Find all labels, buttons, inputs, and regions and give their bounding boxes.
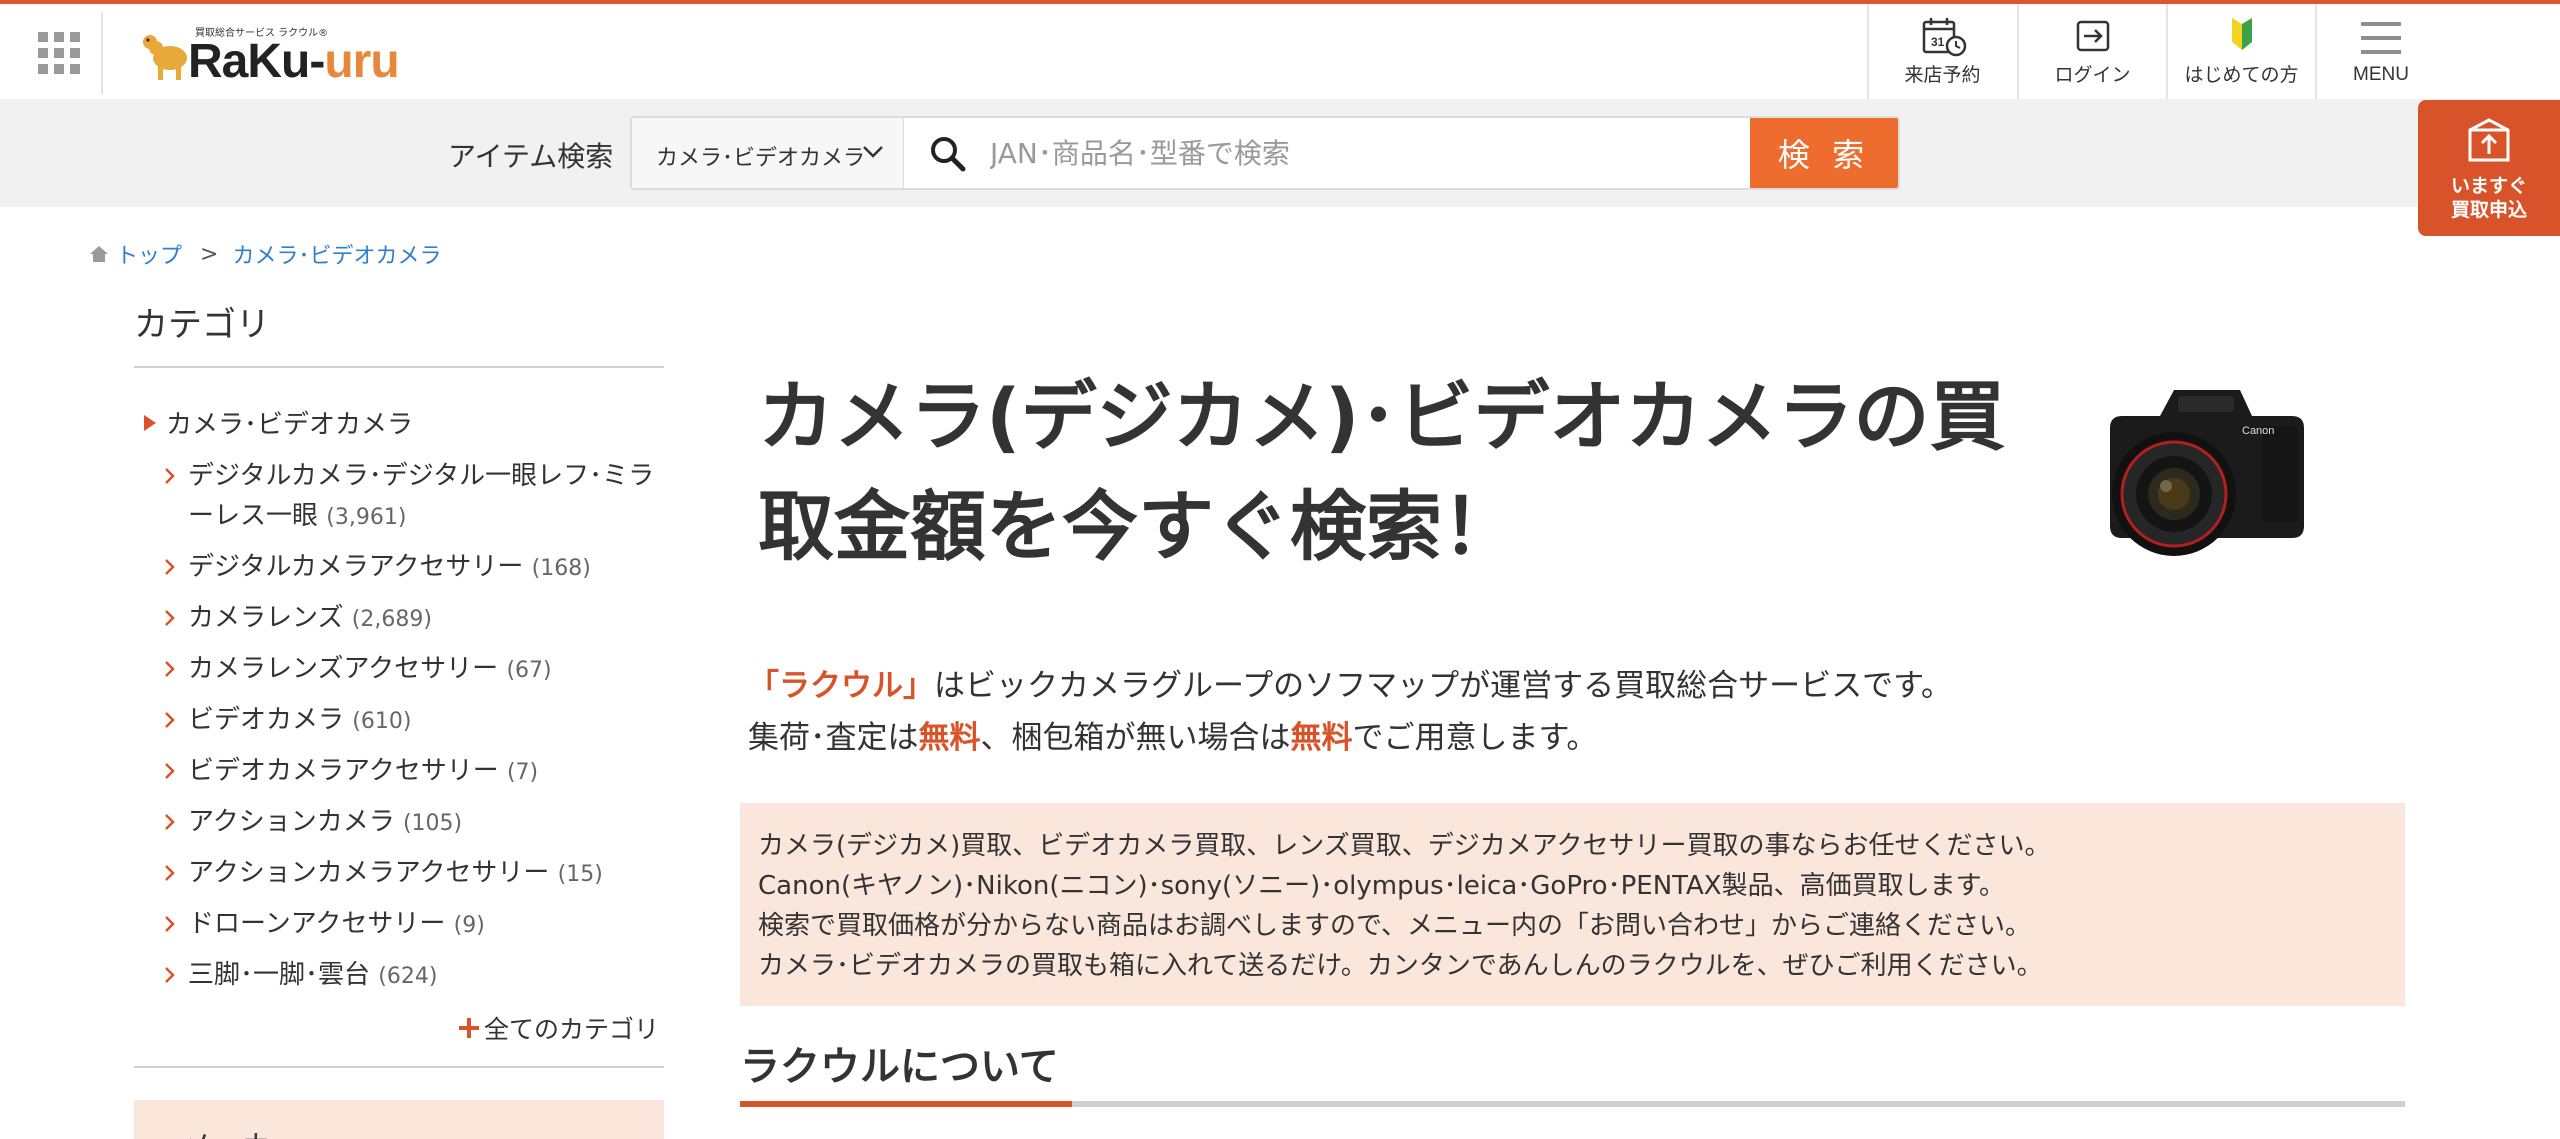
chevron-right-icon <box>165 763 175 779</box>
category-sidebar: カテゴリ カメラ･ビデオカメラ デジタルカメラ･デジタル一眼レフ･ミラーレス一眼… <box>134 300 664 1139</box>
breadcrumb: トップ > カメラ･ビデオカメラ <box>88 238 441 270</box>
sidebar-category-list: デジタルカメラ･デジタル一眼レフ･ミラーレス一眼 (3,961) デジタルカメラ… <box>164 456 664 1006</box>
breadcrumb-home-link[interactable]: トップ <box>116 238 182 270</box>
about-underline-accent <box>740 1101 1072 1107</box>
svg-text:31: 31 <box>1931 35 1945 49</box>
apps-grid-icon[interactable] <box>38 32 80 74</box>
nav-login[interactable]: ログイン <box>2017 4 2166 99</box>
nav-label: 来店予約 <box>1904 64 1981 86</box>
sidebar-divider <box>134 1066 664 1068</box>
triangle-right-icon <box>144 415 156 431</box>
info-notice-box: カメラ(デジカメ)買取、ビデオカメラ買取、レンズ買取、デジカメアクセサリー買取の… <box>740 803 2405 1006</box>
category-select-value: カメラ･ビデオカメラ <box>656 146 866 171</box>
dslr-camera-image: Canon <box>2110 390 2304 556</box>
beginner-leaf-icon <box>2231 18 2252 50</box>
about-section-title: ラクウルについて <box>740 1044 1059 1090</box>
about-section-underline <box>740 1101 2405 1107</box>
search-band: アイテム検索 カメラ･ビデオカメラ 検 索 <box>0 99 2560 207</box>
logo-wordmark: RaKu-uru <box>188 35 400 88</box>
sidebar-item-action-camera-accessory[interactable]: アクションカメラアクセサリー (15) <box>164 853 664 895</box>
search-input[interactable] <box>990 128 1750 178</box>
free-highlight: 無料 <box>1290 720 1353 756</box>
sidebar-item-digital-camera-accessory[interactable]: デジタルカメラアクセサリー (168) <box>164 547 664 589</box>
site-logo[interactable]: 買取総合サービス ラクウル® RaKu-uru <box>140 18 400 88</box>
header-divider <box>101 12 103 94</box>
sidebar-item-digital-camera[interactable]: デジタルカメラ･デジタル一眼レフ･ミラーレス一眼 (3,961) <box>164 456 664 538</box>
site-header: 買取総合サービス ラクウル® RaKu-uru 31 来店予約 ログイン はじめ… <box>0 4 2560 99</box>
chevron-down-icon <box>863 146 883 158</box>
chevron-right-icon <box>165 712 175 728</box>
brand-name: 「ラクウル」 <box>748 668 934 704</box>
nav-label: MENU <box>2353 64 2409 85</box>
notice-line: 検索で買取価格が分からない商品はお調べしますので、メニュー内の「お問い合わせ」か… <box>758 911 2031 941</box>
free-highlight: 無料 <box>918 720 981 756</box>
login-icon <box>2076 20 2109 52</box>
sidebar-item-camera-lens-accessory[interactable]: カメラレンズアクセサリー (67) <box>164 649 664 691</box>
calendar-clock-icon: 31 <box>1922 18 1966 57</box>
nav-menu[interactable]: MENU <box>2315 4 2445 99</box>
item-search-label: アイテム検索 <box>448 140 614 173</box>
intro-line-1: 「ラクウル」はビックカメラグループのソフマップが運営する買取総合サービスです。 <box>748 668 1953 704</box>
breadcrumb-separator: > <box>200 241 219 267</box>
nav-label: ログイン <box>2054 64 2131 86</box>
box-upload-icon <box>2468 118 2510 162</box>
chevron-right-icon <box>165 468 175 484</box>
svg-text:Canon: Canon <box>2242 425 2274 437</box>
sidebar-title: カテゴリ <box>134 300 664 368</box>
sidebar-parent-category[interactable]: カメラ･ビデオカメラ <box>144 404 413 441</box>
chevron-right-icon <box>165 967 175 983</box>
all-categories-link[interactable]: 全てのカテゴリ <box>456 1010 659 1046</box>
nav-first-time[interactable]: はじめての方 <box>2166 4 2315 99</box>
sidebar-item-video-camera[interactable]: ビデオカメラ (610) <box>164 700 664 742</box>
sidebar-item-tripod[interactable]: 三脚･一脚･雲台 (624) <box>164 955 664 997</box>
search-button[interactable]: 検 索 <box>1750 118 1898 188</box>
cta-label: いますぐ 買取申込 <box>2450 175 2527 221</box>
maker-heading: メーカ <box>182 1122 272 1139</box>
sidebar-item-drone-accessory[interactable]: ドローンアクセサリー (9) <box>164 904 664 946</box>
sidebar-item-action-camera[interactable]: アクションカメラ (105) <box>164 802 664 844</box>
notice-line: カメラ(デジカメ)買取、ビデオカメラ買取、レンズ買取、デジカメアクセサリー買取の… <box>758 831 2051 861</box>
hamburger-menu-icon <box>2361 22 2401 54</box>
notice-line: カメラ･ビデオカメラの買取も箱に入れて送るだけ。カンタンであんしんのラクウルを、… <box>758 951 2043 981</box>
chevron-right-icon <box>165 559 175 575</box>
home-icon <box>90 246 108 262</box>
plus-icon <box>459 1018 479 1038</box>
notice-line: Canon(キヤノン)･Nikon(ニコン)･sony(ソニー)･olympus… <box>758 871 2006 901</box>
intro-line-2: 集荷･査定は無料、梱包箱が無い場合は無料でご用意します。 <box>748 720 1598 756</box>
chevron-right-icon <box>165 610 175 626</box>
category-select[interactable]: カメラ･ビデオカメラ <box>632 118 904 188</box>
nav-store-reservation[interactable]: 31 来店予約 <box>1867 4 2016 99</box>
sidebar-item-camera-lens[interactable]: カメラレンズ (2,689) <box>164 598 664 640</box>
chevron-right-icon <box>165 865 175 881</box>
camel-mascot-icon <box>143 35 187 80</box>
sidebar-item-video-camera-accessory[interactable]: ビデオカメラアクセサリー (7) <box>164 751 664 793</box>
intro-text: 「ラクウル」はビックカメラグループのソフマップが運営する買取総合サービスです。 … <box>748 660 2248 764</box>
search-icon <box>931 137 966 172</box>
search-box: カメラ･ビデオカメラ 検 索 <box>630 116 1900 190</box>
chevron-right-icon <box>165 814 175 830</box>
nav-label: はじめての方 <box>2184 64 2299 86</box>
buyback-apply-button[interactable]: いますぐ 買取申込 <box>2418 100 2560 236</box>
chevron-right-icon <box>165 916 175 932</box>
chevron-right-icon <box>165 661 175 677</box>
breadcrumb-current-link[interactable]: カメラ･ビデオカメラ <box>232 238 441 270</box>
maker-section: メーカ <box>134 1100 664 1139</box>
page-title: カメラ(デジカメ)･ビデオカメラの買取金額を今すぐ検索！ <box>758 372 2006 571</box>
